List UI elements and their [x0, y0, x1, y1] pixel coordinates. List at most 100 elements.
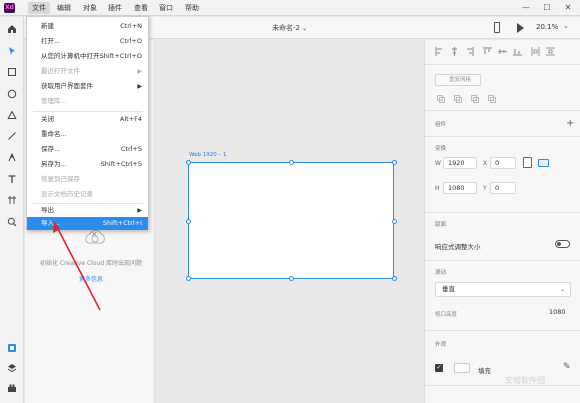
- home-icon[interactable]: [7, 24, 17, 34]
- file-menu-item-new[interactable]: 新建 Ctrl+N: [27, 20, 148, 33]
- chevron-right-icon: ▶: [137, 83, 142, 90]
- polygon-tool-icon[interactable]: [7, 110, 17, 120]
- fixed-size-icon[interactable]: [523, 157, 532, 168]
- scroll-direction-select[interactable]: 垂直 ⌄: [435, 282, 571, 297]
- menu-edit[interactable]: 编辑: [53, 2, 75, 14]
- file-menu-item-rename[interactable]: 重命名...: [27, 128, 148, 141]
- distribute-horizontal-icon[interactable]: [531, 47, 540, 56]
- ellipse-tool-icon[interactable]: [7, 89, 17, 99]
- boolean-exclude-icon[interactable]: [488, 95, 496, 103]
- responsive-resize-toggle[interactable]: [555, 240, 570, 248]
- align-center-icon[interactable]: [450, 47, 459, 56]
- file-menu-item-history[interactable]: 显示文档历史记录: [27, 188, 148, 201]
- file-menu-item-ui-kits[interactable]: 获取用户界面套件 ▶: [27, 80, 148, 93]
- document-title[interactable]: 未命名-2 ⌄: [272, 23, 307, 33]
- divider: [425, 385, 580, 386]
- file-menu-item-open-from-computer[interactable]: 从您的计算机中打开... Shift+Ctrl+O: [27, 50, 148, 63]
- watermark: 安塔软件园: [505, 376, 545, 385]
- resize-handle-w[interactable]: [186, 219, 191, 224]
- file-menu-item-recent[interactable]: 最近打开文件 ▶: [27, 65, 148, 78]
- responsive-resize-label: 响应式调整大小: [435, 243, 481, 251]
- x-input[interactable]: 0: [490, 157, 516, 169]
- responsive-icon[interactable]: [538, 159, 549, 167]
- divider: [425, 330, 580, 331]
- maximize-button[interactable]: ☐: [537, 0, 557, 16]
- chevron-down-icon: ⌄: [559, 286, 565, 293]
- divider: [425, 110, 580, 111]
- align-middle-icon[interactable]: [498, 47, 507, 56]
- add-component-icon[interactable]: +: [566, 118, 574, 129]
- chevron-down-icon[interactable]: ⌄: [563, 22, 569, 30]
- text-tool-icon[interactable]: [7, 174, 17, 184]
- align-left-icon[interactable]: [435, 47, 444, 56]
- fill-checkbox[interactable]: ✓: [435, 364, 443, 372]
- plugins-panel-icon[interactable]: [7, 383, 17, 393]
- menu-file[interactable]: 文件: [28, 2, 50, 14]
- fill-label: 填充: [478, 367, 491, 375]
- artboard-tool-icon[interactable]: [7, 195, 17, 205]
- zoom-tool-icon[interactable]: [7, 217, 17, 227]
- file-menu-item-import[interactable]: 导入... Shift+Ctrl+I: [27, 217, 148, 230]
- artboard-label[interactable]: Web 1920 – 1: [189, 152, 226, 158]
- file-menu-item-export[interactable]: 导出 ▶: [27, 204, 148, 217]
- chevron-right-icon: ▶: [137, 207, 142, 214]
- align-bottom-icon[interactable]: [513, 47, 522, 56]
- resize-handle-e[interactable]: [392, 219, 397, 224]
- viewport-height-value[interactable]: 1080: [549, 308, 566, 316]
- scroll-heading: 滚动: [435, 270, 447, 276]
- y-input[interactable]: 0: [490, 182, 516, 194]
- resize-handle-ne[interactable]: [392, 160, 397, 165]
- height-label: H: [435, 185, 440, 192]
- grid-heading: 版面: [435, 222, 447, 228]
- file-menu-item-save-as[interactable]: 另存为... Shift+Ctrl+S: [27, 158, 148, 171]
- close-icon[interactable]: ✕: [91, 230, 98, 239]
- zoom-level[interactable]: 20.1%: [536, 23, 558, 31]
- close-window-button[interactable]: ✕: [558, 0, 578, 16]
- repeat-grid-button[interactable]: 重复网格: [435, 74, 481, 86]
- file-menu-item-close[interactable]: 关闭 Alt+F4: [27, 113, 148, 126]
- pen-tool-icon[interactable]: [7, 153, 17, 163]
- design-canvas[interactable]: Web 1920 – 1: [156, 40, 423, 403]
- cc-error-message: 初始化 Creative Cloud 库时出现问题: [40, 260, 143, 267]
- boolean-intersect-icon[interactable]: [471, 95, 479, 103]
- repeat-grid-label: 重复网格: [449, 77, 472, 83]
- appearance-heading: 外观: [435, 342, 447, 348]
- component-heading: 组件: [435, 122, 447, 128]
- file-menu-item-save[interactable]: 保存... Ctrl+S: [27, 143, 148, 156]
- file-menu-item-manage-libraries[interactable]: 管理库...: [27, 95, 148, 108]
- menu-view[interactable]: 查看: [130, 2, 152, 14]
- rectangle-tool-icon[interactable]: [7, 67, 17, 77]
- line-tool-icon[interactable]: [7, 131, 17, 141]
- play-preview-icon[interactable]: [517, 23, 524, 33]
- file-menu-item-open[interactable]: 打开... Ctrl+O: [27, 35, 148, 48]
- boolean-add-icon[interactable]: [437, 95, 445, 103]
- distribute-vertical-icon[interactable]: [546, 47, 555, 56]
- align-top-icon[interactable]: [483, 47, 492, 56]
- menu-window[interactable]: 窗口: [155, 2, 177, 14]
- width-input[interactable]: 1920: [443, 157, 477, 169]
- file-menu-item-revert[interactable]: 恢复到已保存: [27, 173, 148, 186]
- menu-plugins[interactable]: 插件: [104, 2, 126, 14]
- select-tool-icon[interactable]: [7, 46, 17, 56]
- menu-bar: Xd 文件 编辑 对象 插件 查看 窗口 帮助 — ☐ ✕: [0, 0, 580, 16]
- resize-handle-sw[interactable]: [186, 276, 191, 281]
- libraries-panel-icon[interactable]: [7, 343, 17, 353]
- menu-help[interactable]: 帮助: [181, 2, 203, 14]
- resize-handle-se[interactable]: [392, 276, 397, 281]
- minimize-button[interactable]: —: [516, 0, 536, 16]
- resize-handle-s[interactable]: [289, 276, 294, 281]
- fill-color-swatch[interactable]: [454, 363, 470, 373]
- resize-handle-nw[interactable]: [186, 160, 191, 165]
- layers-panel-icon[interactable]: [7, 363, 17, 373]
- more-info-link[interactable]: 更多信息: [79, 274, 103, 283]
- align-right-icon[interactable]: [465, 47, 474, 56]
- height-input[interactable]: 1080: [443, 182, 477, 194]
- menu-object[interactable]: 对象: [79, 2, 101, 14]
- tool-rail: [0, 17, 24, 403]
- eyedropper-icon[interactable]: ✎: [563, 362, 571, 372]
- resize-handle-n[interactable]: [289, 160, 294, 165]
- boolean-subtract-icon[interactable]: [454, 95, 462, 103]
- device-preview-icon[interactable]: [494, 22, 500, 33]
- artboard[interactable]: [186, 160, 397, 281]
- chevron-down-icon: ⌄: [301, 25, 308, 32]
